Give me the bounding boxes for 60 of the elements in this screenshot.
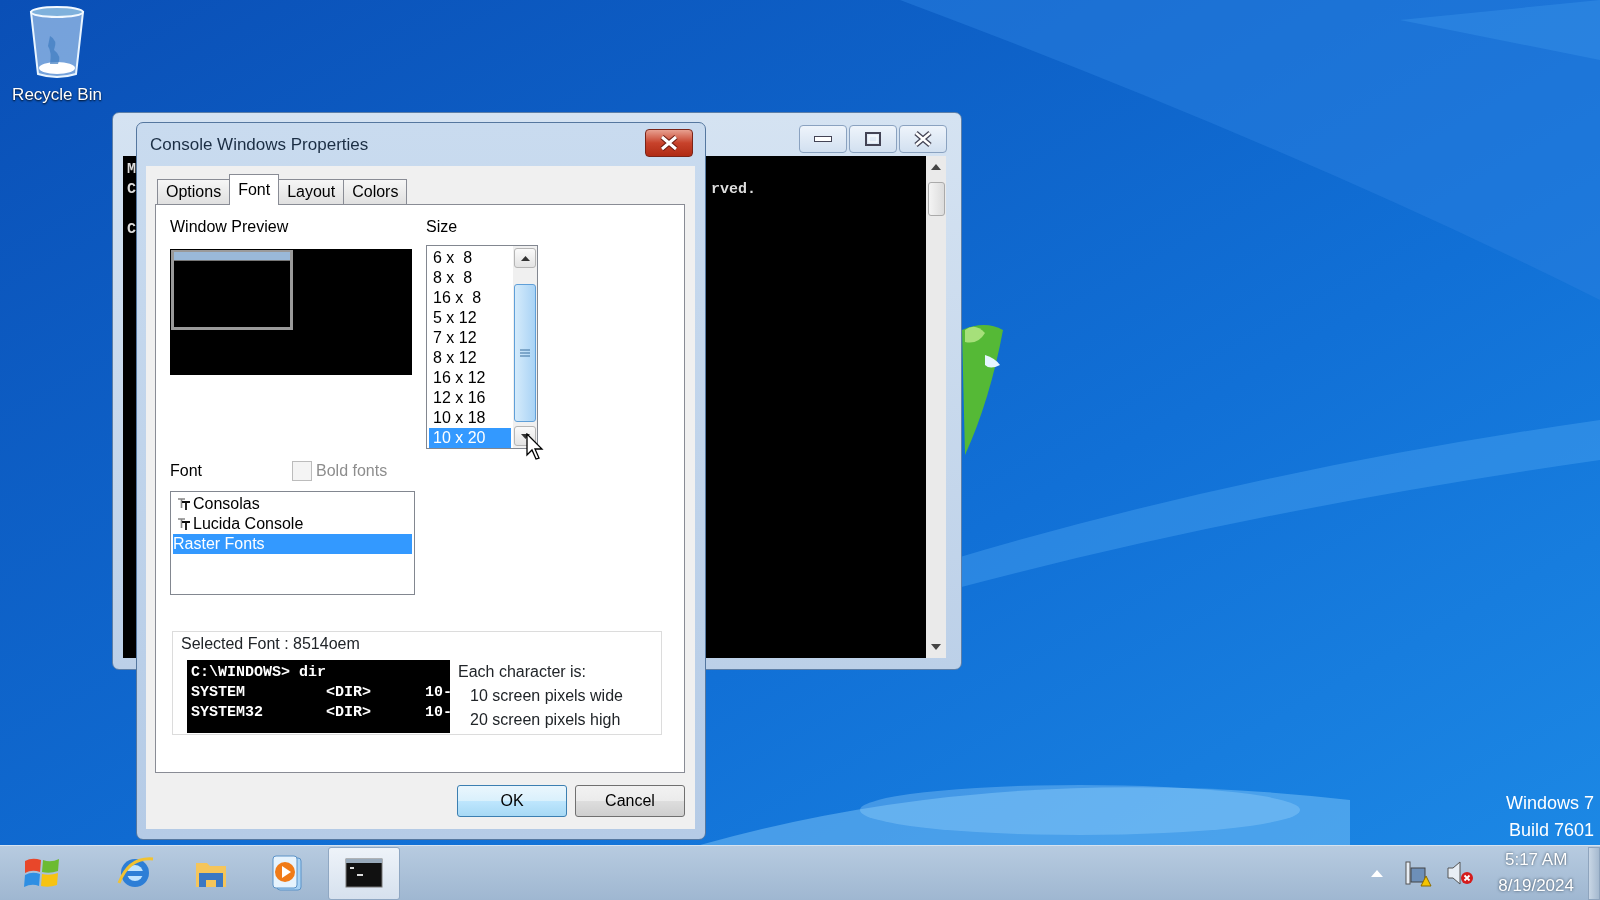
section-label: Window Preview [170,217,290,237]
list-item[interactable]: 8 x 12 [429,348,511,368]
list-item[interactable]: 7 x 12 [429,328,511,348]
network-warning-icon[interactable] [1404,859,1433,887]
console-text: C [127,180,136,200]
os-version-text: Windows 7 [1505,792,1594,815]
tab[interactable]: Colors [343,179,408,204]
ok-button[interactable]: OK [457,785,567,817]
up-arrow-icon [931,164,941,170]
up-arrow-icon [520,255,530,261]
list-item[interactable]: 5 x 12 [429,308,511,328]
close-button[interactable] [645,128,693,157]
cursor-icon [526,433,546,461]
scroll-thumb[interactable] [514,284,536,422]
up-arrow-icon [1371,869,1384,877]
list-item[interactable]: 6 x 8 [429,248,511,268]
console-text: rved. [711,180,757,200]
list-item[interactable]: Consolas [173,494,412,514]
preview-text: SYSTEM32 <DIR> 10- [191,703,450,723]
list-item[interactable]: 8 x 8 [429,268,511,288]
minimize-button[interactable] [799,125,847,153]
os-version-text: Build 7601 [1508,819,1594,842]
console-text: M [127,160,136,180]
font-list[interactable]: Consolas Lucida Console Raster Fonts [170,491,415,595]
speaker-muted-icon[interactable] [1446,860,1475,886]
info-text: 20 screen pixels high [470,710,622,730]
close-button[interactable] [899,125,947,153]
list-item[interactable]: 16 x 12 [429,368,511,388]
console-text: C [127,220,136,240]
scroll-thumb[interactable] [927,182,945,216]
cancel-button[interactable]: Cancel [575,785,685,817]
maximize-icon [865,132,881,146]
close-icon [914,131,932,147]
tab[interactable]: Options [157,179,231,204]
scroll-up-button[interactable] [514,248,536,268]
list-item[interactable]: 16 x 8 [429,288,511,308]
down-arrow-icon [931,644,941,650]
font-type-icon [177,497,191,511]
preview-text: SYSTEM <DIR> 10- [191,683,450,703]
close-icon [660,134,678,151]
info-text: Each character is: [458,662,588,682]
section-label: Font [170,461,203,481]
list-item[interactable]: 12 x 16 [429,388,511,408]
info-text: 10 screen pixels wide [470,686,623,706]
vertical-scrollbar[interactable] [926,156,946,658]
taskbar-button[interactable] [328,846,400,900]
recycle-bin-icon[interactable] [28,6,86,78]
tab[interactable]: Font [229,174,280,205]
grip-icon [520,349,530,357]
size-list[interactable]: 6 x 8 8 x 8 16 x 8 5 x 12 7 x 12 8 x 12 16 x 12 12 x 16 10 x 18 10 x 20 [426,245,538,449]
tab[interactable]: Layout [278,179,345,204]
font-type-icon [177,517,191,531]
preview-text: C:\WINDOWS> dir [191,663,328,683]
list-item[interactable]: Lucida Console [173,514,412,534]
maximize-button[interactable] [849,125,897,153]
list-item[interactable]: 10 x 18 [429,408,511,428]
window-title: Console Windows Properties [150,133,369,156]
desktop-icon-label[interactable]: Recycle Bin [12,82,102,108]
section-label: Size [426,217,459,237]
minimize-icon [814,136,832,142]
